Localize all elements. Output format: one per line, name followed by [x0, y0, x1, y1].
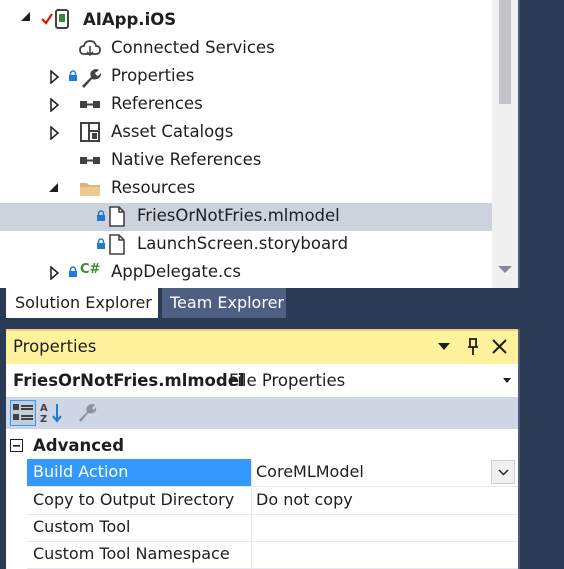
- checkmark-icon: [41, 13, 53, 25]
- tab-label: Team Explorer: [170, 293, 284, 312]
- ios-project-icon: [55, 9, 69, 29]
- collapsed-arrow-icon[interactable]: [50, 266, 62, 280]
- alphabetical-sort-icon[interactable]: AZ: [40, 402, 64, 424]
- tree-item-properties[interactable]: Properties: [0, 63, 492, 91]
- svg-text:Z: Z: [40, 414, 47, 424]
- property-row-build-action[interactable]: Build Action CoreMLModel: [27, 459, 518, 487]
- expanded-arrow-icon[interactable]: [21, 12, 33, 26]
- tree-item-label: Asset Catalogs: [111, 122, 234, 141]
- property-row-custom-tool[interactable]: Custom Tool: [27, 514, 518, 542]
- chevron-down-icon: [498, 469, 509, 476]
- property-row-copy-to-output[interactable]: Copy to Output Directory Do not copy: [27, 487, 518, 515]
- categorized-button[interactable]: [10, 400, 36, 426]
- property-name: Custom Tool: [33, 517, 131, 536]
- title-bar-border: [6, 329, 518, 331]
- folder-icon: [80, 183, 100, 196]
- tree-item-label: References: [111, 94, 203, 113]
- file-icon: [109, 206, 125, 227]
- expanded-arrow-icon[interactable]: [49, 183, 61, 197]
- tree-item-native-references[interactable]: Native References: [0, 147, 492, 175]
- column-divider: [251, 487, 252, 514]
- tab-label: Solution Explorer: [15, 293, 152, 312]
- close-icon[interactable]: [492, 339, 507, 354]
- column-divider: [251, 514, 252, 541]
- categorized-icon: [13, 404, 33, 420]
- asset-catalog-icon: [80, 122, 100, 142]
- lock-icon: [97, 238, 105, 249]
- panel-border: [518, 329, 520, 569]
- lock-icon: [97, 210, 105, 221]
- tree-item-label: FriesOrNotFries.mlmodel: [137, 206, 340, 225]
- collapsed-arrow-icon[interactable]: [50, 98, 62, 112]
- category-label: Advanced: [33, 436, 124, 455]
- scrollbar-thumb[interactable]: [499, 0, 511, 104]
- property-value[interactable]: CoreMLModel: [256, 462, 364, 481]
- tab-solution-explorer[interactable]: Solution Explorer: [6, 288, 158, 318]
- properties-toolbar: AZ: [6, 397, 518, 429]
- column-divider: [251, 541, 252, 568]
- tree-item-asset-catalogs[interactable]: Asset Catalogs: [0, 119, 492, 147]
- dropdown-arrow-icon[interactable]: [438, 343, 450, 351]
- lock-icon: [69, 266, 77, 277]
- tree-item-label: Connected Services: [111, 38, 275, 57]
- tree-item-resources[interactable]: Resources: [0, 175, 492, 203]
- lock-icon: [69, 70, 77, 81]
- file-icon: [109, 234, 125, 255]
- scroll-down-arrow-icon[interactable]: [498, 266, 512, 273]
- object-name: FriesOrNotFries.mlmodel: [13, 371, 245, 390]
- csharp-icon: C#: [80, 262, 101, 277]
- wrench-icon: [82, 69, 101, 88]
- property-row-custom-tool-namespace[interactable]: Custom Tool Namespace: [27, 541, 518, 569]
- object-selector[interactable]: FriesOrNotFries.mlmodel File Properties: [6, 366, 518, 396]
- property-name: Build Action: [33, 462, 129, 481]
- tree-item-label: Properties: [111, 66, 195, 85]
- tree-item-aiapp-ios[interactable]: AIApp.iOS: [0, 7, 492, 35]
- object-type: File Properties: [229, 371, 346, 390]
- tree-item-label: Native References: [111, 150, 262, 169]
- property-value[interactable]: Do not copy: [256, 490, 353, 509]
- tree-item-friesornotfries-mlmodel[interactable]: FriesOrNotFries.mlmodel: [0, 203, 492, 231]
- tab-team-explorer[interactable]: Team Explorer: [162, 288, 286, 318]
- property-name: Copy to Output Directory: [33, 490, 235, 509]
- pin-icon[interactable]: [466, 338, 480, 356]
- solution-explorer-panel: AIApp.iOS Connected Services Properties …: [0, 0, 518, 288]
- collapsed-arrow-icon[interactable]: [50, 70, 62, 84]
- category-advanced[interactable]: Advanced: [6, 433, 518, 459]
- tree-item-references[interactable]: References: [0, 91, 492, 119]
- property-name: Custom Tool Namespace: [33, 544, 230, 563]
- tree-item-launchscreen-storyboard[interactable]: LaunchScreen.storyboard: [0, 231, 492, 259]
- tree-item-label: AIApp.iOS: [83, 10, 177, 29]
- collapsed-arrow-icon[interactable]: [50, 126, 62, 140]
- panel-border: [518, 0, 520, 288]
- chevron-down-icon[interactable]: [503, 378, 511, 384]
- references-icon: [80, 157, 100, 164]
- references-icon: [80, 101, 100, 108]
- property-pages-wrench-icon[interactable]: [77, 402, 97, 422]
- tree-item-label: Resources: [111, 178, 196, 197]
- svg-text:A: A: [40, 403, 48, 414]
- column-divider: [251, 459, 252, 486]
- cloud-icon: [79, 40, 101, 57]
- tree-item-connected-services[interactable]: Connected Services: [0, 35, 492, 63]
- tree-item-appdelegate-cs[interactable]: C# AppDelegate.cs: [0, 259, 492, 287]
- collapse-icon[interactable]: [10, 439, 23, 452]
- panel-title: Properties: [13, 337, 97, 356]
- tree-item-label: AppDelegate.cs: [111, 262, 241, 281]
- build-action-dropdown-button[interactable]: [491, 460, 515, 484]
- tree-item-label: LaunchScreen.storyboard: [137, 234, 349, 253]
